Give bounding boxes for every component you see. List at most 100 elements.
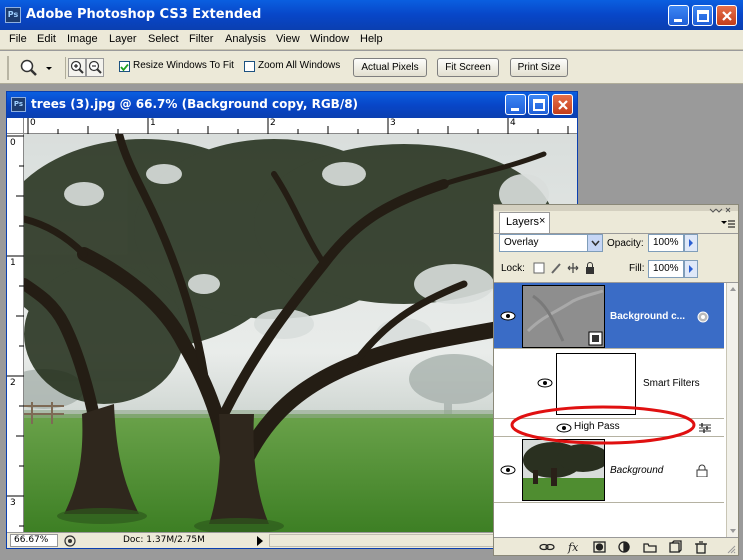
link-layers-icon[interactable] bbox=[539, 543, 555, 551]
ruler-label: 0 bbox=[30, 118, 36, 128]
menu-bar: File Edit Image Layer Select Filter Anal… bbox=[0, 30, 743, 50]
horizontal-ruler[interactable]: 0 1 2 3 4 bbox=[24, 118, 577, 134]
opacity-input[interactable]: 100% bbox=[648, 234, 684, 252]
document-title-bar[interactable]: Ps trees (3).jpg @ 66.7% (Background cop… bbox=[7, 92, 577, 118]
layer-row-background-copy[interactable]: Background c... bbox=[494, 283, 724, 349]
menu-view[interactable]: View bbox=[276, 33, 300, 45]
lock-transparency-icon[interactable] bbox=[533, 262, 545, 274]
close-button[interactable] bbox=[716, 5, 737, 26]
new-layer-icon[interactable] bbox=[669, 540, 682, 553]
blend-dropdown-arrow[interactable] bbox=[587, 235, 602, 251]
lock-position-icon[interactable] bbox=[567, 263, 579, 273]
minimize-icon bbox=[674, 19, 682, 22]
add-mask-icon[interactable] bbox=[593, 541, 606, 553]
doc-close-button[interactable] bbox=[552, 94, 573, 115]
fill-label: Fill: bbox=[629, 263, 645, 274]
tab-close-icon[interactable]: × bbox=[539, 215, 545, 227]
minimize-icon bbox=[511, 108, 519, 111]
adjustment-layer-icon[interactable] bbox=[618, 541, 630, 553]
vertical-ruler[interactable]: 0 1 2 3 bbox=[7, 134, 24, 532]
tab-layers-label: Layers bbox=[506, 216, 540, 228]
print-size-button[interactable]: Print Size bbox=[510, 58, 568, 77]
lock-all-icon[interactable] bbox=[586, 267, 594, 274]
layer-actions-icons: fx bbox=[539, 540, 707, 554]
maximize-icon bbox=[533, 99, 545, 111]
app-title: Adobe Photoshop CS3 Extended bbox=[26, 7, 262, 22]
resize-windows-checkbox[interactable] bbox=[119, 61, 130, 72]
filter-blending-options-icon[interactable] bbox=[698, 422, 712, 434]
document-status-bar: 66.67% Doc: 1.37M/2.75M bbox=[7, 532, 577, 548]
chevron-down-icon bbox=[591, 240, 600, 247]
menu-help[interactable]: Help bbox=[360, 33, 383, 45]
smart-object-icon bbox=[697, 311, 709, 323]
document-icon: Ps bbox=[11, 97, 26, 112]
zoom-level[interactable]: 66.67% bbox=[10, 534, 58, 547]
tab-layers[interactable]: Layers × bbox=[499, 212, 550, 233]
visibility-eye-icon[interactable] bbox=[500, 311, 518, 321]
zoom-tool-preset[interactable] bbox=[14, 56, 60, 80]
zoom-in-button[interactable] bbox=[68, 58, 86, 77]
layers-bottom-toolbar: fx bbox=[494, 537, 738, 555]
new-group-icon[interactable] bbox=[643, 543, 657, 553]
opacity-slider-button[interactable] bbox=[684, 234, 698, 252]
status-arrow-icon[interactable] bbox=[255, 535, 265, 547]
layer-thumbnail bbox=[522, 439, 605, 501]
maximize-button[interactable] bbox=[692, 5, 713, 26]
lock-pixels-icon[interactable] bbox=[551, 263, 561, 274]
high-pass-thumbnail bbox=[523, 286, 604, 347]
minimize-button[interactable] bbox=[668, 5, 689, 26]
menu-filter[interactable]: Filter bbox=[189, 33, 213, 45]
fill-value: 100% bbox=[653, 263, 679, 274]
background-thumbnail bbox=[523, 440, 604, 500]
horizontal-scrollbar[interactable] bbox=[269, 534, 499, 547]
ruler-label: 4 bbox=[510, 118, 516, 128]
resize-windows-label: Resize Windows To Fit bbox=[133, 60, 234, 71]
delete-layer-icon[interactable] bbox=[695, 541, 707, 554]
visibility-eye-icon[interactable] bbox=[500, 465, 518, 475]
layer-thumbnail bbox=[522, 285, 605, 348]
ruler-ticks bbox=[7, 135, 24, 527]
scroll-arrows-icon bbox=[730, 287, 736, 533]
menu-window[interactable]: Window bbox=[310, 33, 349, 45]
layer-row-background[interactable]: Background bbox=[494, 437, 724, 503]
layer-name: Background bbox=[610, 465, 664, 476]
doc-minimize-button[interactable] bbox=[505, 94, 526, 115]
menu-image[interactable]: Image bbox=[67, 33, 98, 45]
ruler-origin[interactable] bbox=[7, 118, 24, 134]
ruler-label: 2 bbox=[10, 378, 16, 388]
ruler-label: 2 bbox=[270, 118, 276, 128]
app-title-bar[interactable]: Ps Adobe Photoshop CS3 Extended bbox=[0, 0, 743, 30]
menu-edit[interactable]: Edit bbox=[37, 33, 56, 45]
panel-grip[interactable] bbox=[494, 205, 738, 211]
zoom-all-windows-checkbox[interactable] bbox=[244, 61, 255, 72]
resize-grip-icon[interactable] bbox=[726, 544, 736, 554]
menu-file[interactable]: File bbox=[9, 33, 27, 45]
zoom-all-windows-label: Zoom All Windows bbox=[258, 60, 341, 71]
menu-analysis[interactable]: Analysis bbox=[225, 33, 266, 45]
menu-select[interactable]: Select bbox=[148, 33, 179, 45]
menu-layer[interactable]: Layer bbox=[109, 33, 137, 45]
zoom-tool-icon bbox=[20, 59, 52, 76]
layers-scrollbar[interactable] bbox=[726, 283, 738, 537]
document-title: trees (3).jpg @ 66.7% (Background copy, … bbox=[31, 97, 359, 111]
lock-icon bbox=[696, 464, 708, 477]
chevron-right-icon bbox=[689, 239, 693, 247]
fill-input[interactable]: 100% bbox=[648, 260, 684, 278]
divider bbox=[65, 57, 66, 79]
ruler-label: 3 bbox=[390, 118, 396, 128]
doc-maximize-button[interactable] bbox=[528, 94, 549, 115]
fit-screen-button[interactable]: Fit Screen bbox=[437, 58, 499, 77]
options-bar: Resize Windows To Fit Zoom All Windows A… bbox=[0, 51, 743, 84]
zoom-in-icon bbox=[70, 60, 84, 74]
ruler-label: 3 bbox=[10, 498, 16, 508]
status-menu-icon[interactable] bbox=[63, 534, 77, 548]
panel-menu-icon[interactable] bbox=[720, 219, 736, 231]
panel-collapse-icon[interactable] bbox=[706, 207, 734, 215]
actual-pixels-button[interactable]: Actual Pixels bbox=[353, 58, 427, 77]
zoom-out-button[interactable] bbox=[86, 58, 104, 77]
fx-icon[interactable]: fx bbox=[567, 541, 579, 554]
document-size-info: Doc: 1.37M/2.75M bbox=[123, 535, 205, 545]
visibility-eye-icon[interactable] bbox=[537, 378, 555, 388]
fill-slider-button[interactable] bbox=[684, 260, 698, 278]
ruler-label: 1 bbox=[150, 118, 156, 128]
